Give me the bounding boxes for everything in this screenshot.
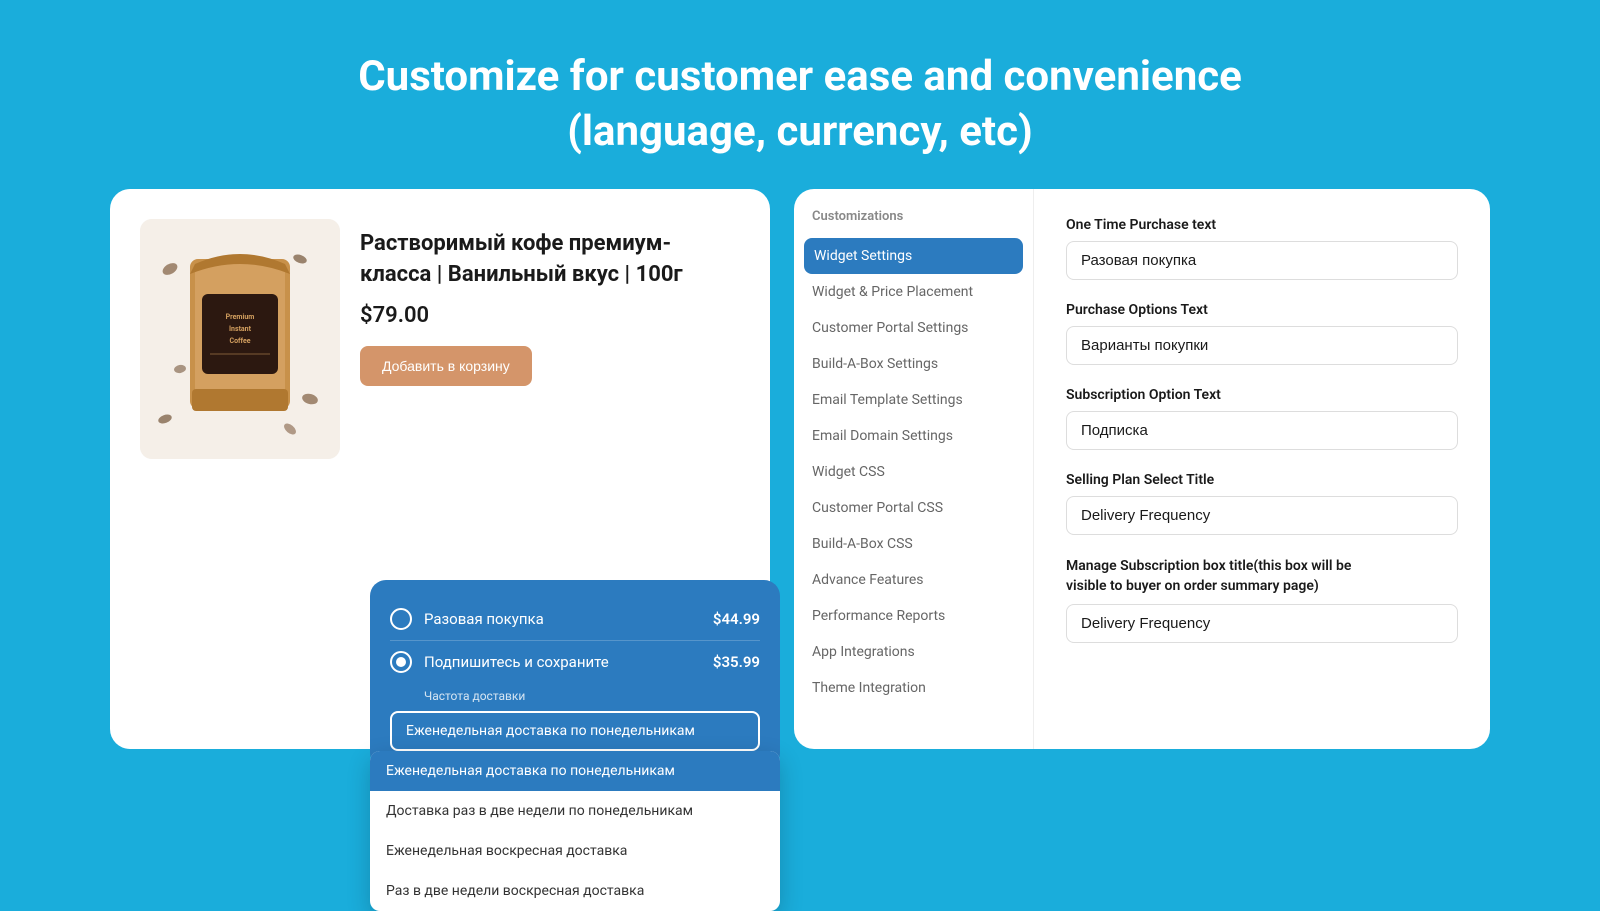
main-content: Premium Instant Coffee Растворимый кофе … — [50, 189, 1550, 749]
right-card: Customizations Widget Settings Widget & … — [794, 189, 1490, 749]
sidebar-item-customer-portal-css[interactable]: Customer Portal CSS — [794, 490, 1033, 526]
input-purchase-options[interactable] — [1066, 326, 1458, 365]
sidebar-item-email-domain[interactable]: Email Domain Settings — [794, 418, 1033, 454]
left-card: Premium Instant Coffee Растворимый кофе … — [110, 189, 770, 749]
product-image: Premium Instant Coffee — [140, 219, 340, 459]
sidebar-item-widget-price[interactable]: Widget & Price Placement — [794, 274, 1033, 310]
sidebar-item-widget-settings[interactable]: Widget Settings — [804, 238, 1023, 274]
frequency-dropdown-container: Еженедельная доставка по понедельникам Е… — [390, 711, 760, 751]
field-selling-plan: Selling Plan Select Title — [1066, 472, 1458, 535]
sidebar-item-widget-css[interactable]: Widget CSS — [794, 454, 1033, 490]
sidebar-title: Customizations — [794, 209, 1033, 238]
header-line1: Customize for customer ease and convenie… — [358, 52, 1242, 101]
product-info: Растворимый кофе премиум-класса | Ваниль… — [360, 219, 740, 386]
label-one-time-purchase: One Time Purchase text — [1066, 217, 1458, 233]
sidebar-item-build-a-box[interactable]: Build-A-Box Settings — [794, 346, 1033, 382]
input-manage-subscription[interactable] — [1066, 604, 1458, 643]
sidebar-item-email-template[interactable]: Email Template Settings — [794, 382, 1033, 418]
label-subscription-option: Subscription Option Text — [1066, 387, 1458, 403]
frequency-selected[interactable]: Еженедельная доставка по понедельникам — [390, 711, 760, 751]
sidebar-item-customer-portal[interactable]: Customer Portal Settings — [794, 310, 1033, 346]
input-subscription-option[interactable] — [1066, 411, 1458, 450]
sidebar-item-theme-integration[interactable]: Theme Integration — [794, 670, 1033, 706]
option-one-time-label: Разовая покупка — [424, 610, 713, 628]
field-one-time-purchase: One Time Purchase text — [1066, 217, 1458, 280]
svg-text:Coffee: Coffee — [229, 337, 250, 345]
dropdown-item-4[interactable]: Раз в две недели воскресная доставка — [370, 871, 780, 911]
sidebar: Customizations Widget Settings Widget & … — [794, 189, 1034, 749]
label-manage-subscription: Manage Subscription box title(this box w… — [1066, 557, 1458, 596]
product-price: $79.00 — [360, 303, 740, 328]
widget-area: Разовая покупка $44.99 Подпишитесь и сох… — [370, 580, 780, 769]
sidebar-item-build-a-box-css[interactable]: Build-A-Box CSS — [794, 526, 1033, 562]
frequency-dropdown: Еженедельная доставка по понедельникам Д… — [370, 751, 780, 911]
header-line2: (language, currency, etc) — [567, 107, 1033, 156]
input-selling-plan[interactable] — [1066, 496, 1458, 535]
product-section: Premium Instant Coffee Растворимый кофе … — [140, 219, 740, 459]
option-subscribe-price: $35.99 — [713, 653, 760, 671]
field-purchase-options: Purchase Options Text — [1066, 302, 1458, 365]
settings-content: One Time Purchase text Purchase Options … — [1034, 189, 1490, 749]
sidebar-item-advance-features[interactable]: Advance Features — [794, 562, 1033, 598]
sidebar-item-performance-reports[interactable]: Performance Reports — [794, 598, 1033, 634]
label-selling-plan: Selling Plan Select Title — [1066, 472, 1458, 488]
product-title: Растворимый кофе премиум-класса | Ваниль… — [360, 229, 740, 291]
widget-option-subscribe[interactable]: Подпишитесь и сохраните $35.99 — [390, 640, 760, 683]
radio-one-time[interactable] — [390, 608, 412, 630]
svg-text:Premium: Premium — [226, 313, 255, 321]
dropdown-item-2[interactable]: Доставка раз в две недели по понедельник… — [370, 791, 780, 831]
label-purchase-options: Purchase Options Text — [1066, 302, 1458, 318]
dropdown-item-1[interactable]: Еженедельная доставка по понедельникам — [370, 751, 780, 791]
dropdown-item-3[interactable]: Еженедельная воскресная доставка — [370, 831, 780, 871]
add-to-cart-button[interactable]: Добавить в корзину — [360, 346, 532, 386]
svg-text:Instant: Instant — [229, 325, 252, 333]
frequency-label: Частота доставки — [424, 689, 760, 703]
option-one-time-price: $44.99 — [713, 610, 760, 628]
field-subscription-option: Subscription Option Text — [1066, 387, 1458, 450]
input-one-time-purchase[interactable] — [1066, 241, 1458, 280]
option-subscribe-label: Подпишитесь и сохраните — [424, 653, 713, 671]
widget-option-one-time[interactable]: Разовая покупка $44.99 — [390, 598, 760, 640]
sidebar-item-app-integrations[interactable]: App Integrations — [794, 634, 1033, 670]
field-manage-subscription: Manage Subscription box title(this box w… — [1066, 557, 1458, 643]
radio-subscribe[interactable] — [390, 651, 412, 673]
page-header: Customize for customer ease and convenie… — [338, 0, 1262, 189]
